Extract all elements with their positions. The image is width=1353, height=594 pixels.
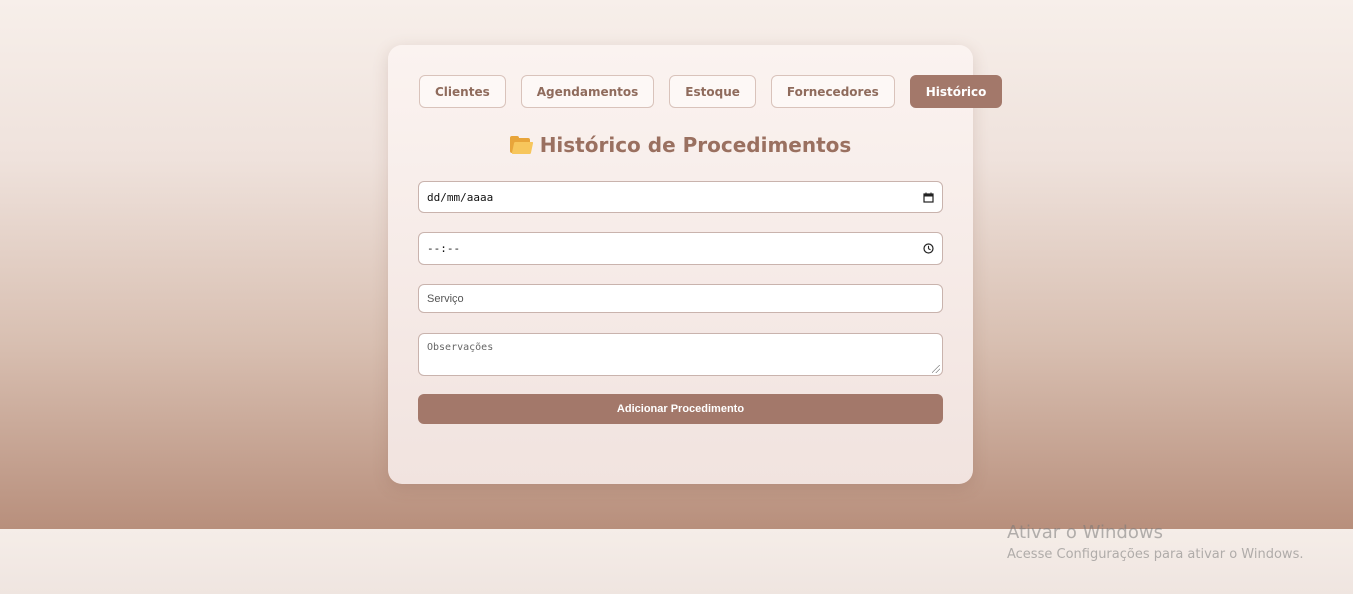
windows-activation-watermark: Ativar o Windows Acesse Configurações pa… xyxy=(1007,522,1303,564)
tab-historico[interactable]: Histórico xyxy=(909,75,1003,108)
resize-handle-icon[interactable] xyxy=(932,365,940,373)
page-title-text: Histórico de Procedimentos xyxy=(539,133,852,157)
add-procedure-button[interactable]: Adicionar Procedimento xyxy=(418,394,943,424)
tab-agendamentos[interactable]: Agendamentos xyxy=(520,75,655,108)
date-input[interactable]: dd/mm/aaaa xyxy=(418,181,943,213)
notes-textarea[interactable]: Observações xyxy=(418,333,943,376)
history-card: Clientes Agendamentos Estoque Fornecedor… xyxy=(388,45,1003,484)
tab-estoque[interactable]: Estoque xyxy=(669,75,756,108)
tab-fornecedores[interactable]: Fornecedores xyxy=(770,75,895,108)
date-placeholder: dd/mm/aaaa xyxy=(427,190,494,204)
watermark-subtitle: Acesse Configurações para ativar o Windo… xyxy=(1007,547,1304,562)
watermark-title: Ativar o Windows xyxy=(1007,522,1163,543)
nav-tabs: Clientes Agendamentos Estoque Fornecedor… xyxy=(419,75,1003,108)
time-placeholder: --:-- xyxy=(427,242,461,255)
page-title: Histórico de Procedimentos xyxy=(388,133,973,157)
clock-icon[interactable] xyxy=(922,243,934,255)
service-input[interactable]: Serviço xyxy=(418,284,943,313)
notes-placeholder: Observações xyxy=(427,342,494,353)
service-placeholder: Serviço xyxy=(427,292,464,305)
calendar-icon[interactable] xyxy=(922,191,934,203)
tab-clientes[interactable]: Clientes xyxy=(419,75,506,108)
folder-open-icon xyxy=(509,136,533,154)
time-input[interactable]: --:-- xyxy=(418,232,943,265)
